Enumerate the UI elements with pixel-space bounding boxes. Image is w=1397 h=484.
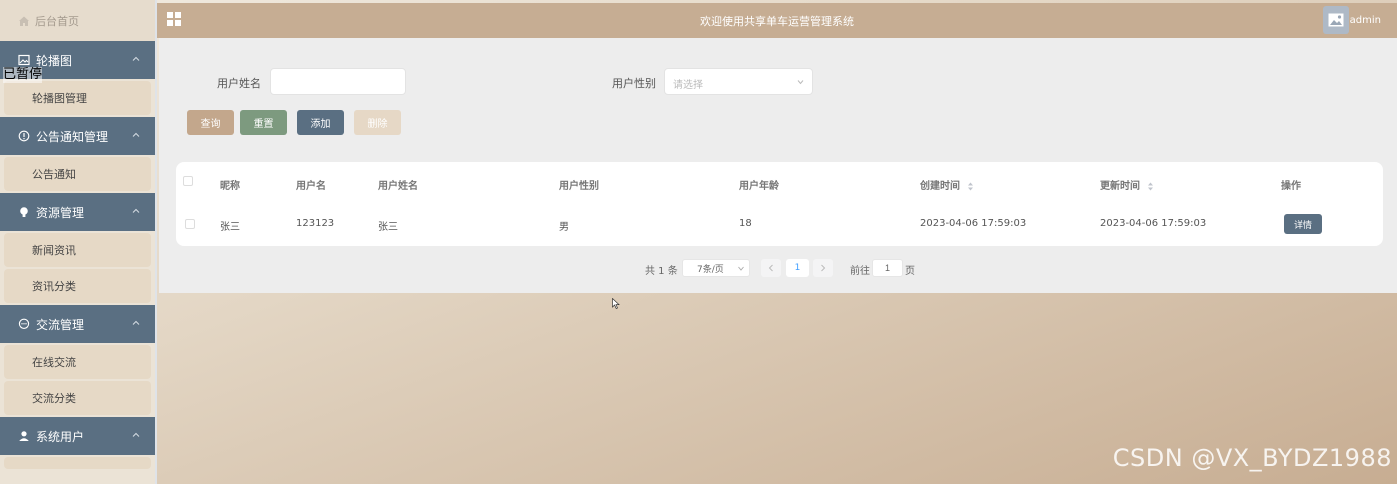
watermark: CSDN @VX_BYDZ1988: [1112, 444, 1392, 472]
next-page-button[interactable]: [813, 259, 833, 277]
chevron-right-icon: [821, 264, 826, 272]
menu-group-system-users[interactable]: 系统用户: [0, 417, 155, 455]
reset-button[interactable]: 重置: [240, 110, 287, 135]
page-size-select[interactable]: 7条/页: [682, 259, 750, 277]
page-suffix-label: 页: [905, 266, 915, 277]
column-header-label: 创建时间: [920, 181, 960, 192]
sort-icon[interactable]: [1147, 182, 1154, 191]
info-circle-icon: [18, 130, 30, 142]
home-icon: [19, 16, 29, 26]
paused-overlay-text: 已暂停: [3, 67, 43, 83]
menu-group-notice[interactable]: 公告通知管理: [0, 117, 155, 155]
image-placeholder-icon: [1328, 13, 1344, 27]
column-header-actions: 操作: [1281, 181, 1301, 192]
menu-item-label: 交流分类: [32, 392, 76, 405]
cell-realname: 张三: [378, 222, 398, 233]
pagination-total: 共 1 条: [645, 266, 678, 277]
sidebar-item-chat-category[interactable]: 交流分类: [4, 381, 151, 415]
bulb-icon: [20, 207, 28, 217]
chevron-up-icon: [132, 320, 140, 325]
column-header-updated[interactable]: 更新时间: [1100, 177, 1154, 192]
prev-page-button[interactable]: [761, 259, 781, 277]
user-icon: [19, 431, 29, 441]
sidebar-item-partial[interactable]: [4, 457, 151, 469]
sidebar-item-carousel-manage[interactable]: 轮播图管理: [4, 81, 151, 115]
add-button[interactable]: 添加: [297, 110, 344, 135]
chat-icon: [18, 318, 30, 329]
name-filter-input[interactable]: [270, 68, 406, 95]
page-size-value: 7条/页: [697, 264, 724, 275]
menu-group-label: 公告通知管理: [36, 129, 109, 144]
sidebar-item-online-chat[interactable]: 在线交流: [4, 345, 151, 379]
chevron-up-icon: [132, 432, 140, 437]
sidebar-item-news[interactable]: 新闻资讯: [4, 233, 151, 267]
menu-group-label: 系统用户: [36, 429, 85, 444]
menu-group-label: 资源管理: [36, 205, 85, 220]
top-bar: 欢迎使用共享单车运营管理系统 admin: [157, 3, 1397, 38]
system-title: 欢迎使用共享单车运营管理系统: [700, 15, 854, 28]
row-checkbox[interactable]: [185, 219, 195, 229]
main-content: 用户姓名 用户性别 请选择 查询 重置 添加 删除 昵称 用户名 用户姓名 用户…: [159, 38, 1397, 293]
chevron-up-icon: [132, 56, 140, 61]
page-number-current[interactable]: 1: [786, 259, 809, 277]
cell-gender: 男: [559, 222, 569, 233]
menu-item-label: 资讯分类: [32, 280, 76, 293]
column-header-realname: 用户姓名: [378, 181, 418, 192]
cell-created: 2023-04-06 17:59:03: [920, 218, 1027, 229]
menu-item-label: 公告通知: [32, 168, 76, 181]
menu-group-resources[interactable]: 资源管理: [0, 193, 155, 231]
gender-filter-label: 用户性别: [612, 77, 656, 90]
detail-button[interactable]: 详情: [1284, 214, 1322, 234]
goto-page-input[interactable]: [872, 259, 903, 277]
user-table: 昵称 用户名 用户姓名 用户性别 用户年龄 创建时间 更新时间 操作 张三 12…: [176, 162, 1383, 246]
home-label: 后台首页: [35, 14, 79, 28]
sidebar-item-news-category[interactable]: 资讯分类: [4, 269, 151, 303]
chevron-up-icon: [132, 132, 140, 137]
goto-label: 前往: [850, 266, 870, 277]
cell-updated: 2023-04-06 17:59:03: [1100, 218, 1207, 229]
column-header-age: 用户年龄: [739, 181, 779, 192]
cell-username: 123123: [296, 218, 335, 229]
cell-nickname: 张三: [220, 222, 240, 233]
menu-item-label: 在线交流: [32, 356, 76, 369]
menu-group-exchange[interactable]: 交流管理: [0, 305, 155, 343]
chevron-down-icon: [738, 266, 744, 271]
chevron-down-icon: [797, 80, 804, 85]
menu-item-label: 新闻资讯: [32, 244, 76, 257]
sort-icon[interactable]: [967, 182, 974, 191]
query-button[interactable]: 查询: [187, 110, 234, 135]
select-all-checkbox[interactable]: [183, 176, 193, 186]
column-header-nickname: 昵称: [220, 181, 240, 192]
menu-group-label: 交流管理: [36, 317, 85, 332]
image-icon: [18, 54, 30, 66]
sidebar-item-notice[interactable]: 公告通知: [4, 157, 151, 191]
gender-filter-select[interactable]: 请选择: [664, 68, 813, 95]
avatar[interactable]: [1323, 6, 1349, 34]
gender-select-placeholder: 请选择: [673, 80, 703, 91]
column-header-username: 用户名: [296, 181, 326, 192]
column-header-created[interactable]: 创建时间: [920, 177, 974, 192]
username[interactable]: admin: [1350, 15, 1381, 26]
column-header-gender: 用户性别: [559, 181, 599, 192]
mouse-cursor-icon: [612, 298, 620, 309]
cell-age: 18: [739, 218, 752, 229]
name-filter-label: 用户姓名: [217, 77, 261, 90]
menu-item-label: 轮播图管理: [32, 92, 87, 105]
chevron-up-icon: [132, 208, 140, 213]
column-header-label: 更新时间: [1100, 181, 1140, 192]
sidebar-home-link[interactable]: 后台首页: [0, 0, 155, 41]
chevron-left-icon: [768, 264, 773, 272]
menu-group-label: 轮播图: [36, 53, 73, 68]
delete-button[interactable]: 删除: [354, 110, 401, 135]
